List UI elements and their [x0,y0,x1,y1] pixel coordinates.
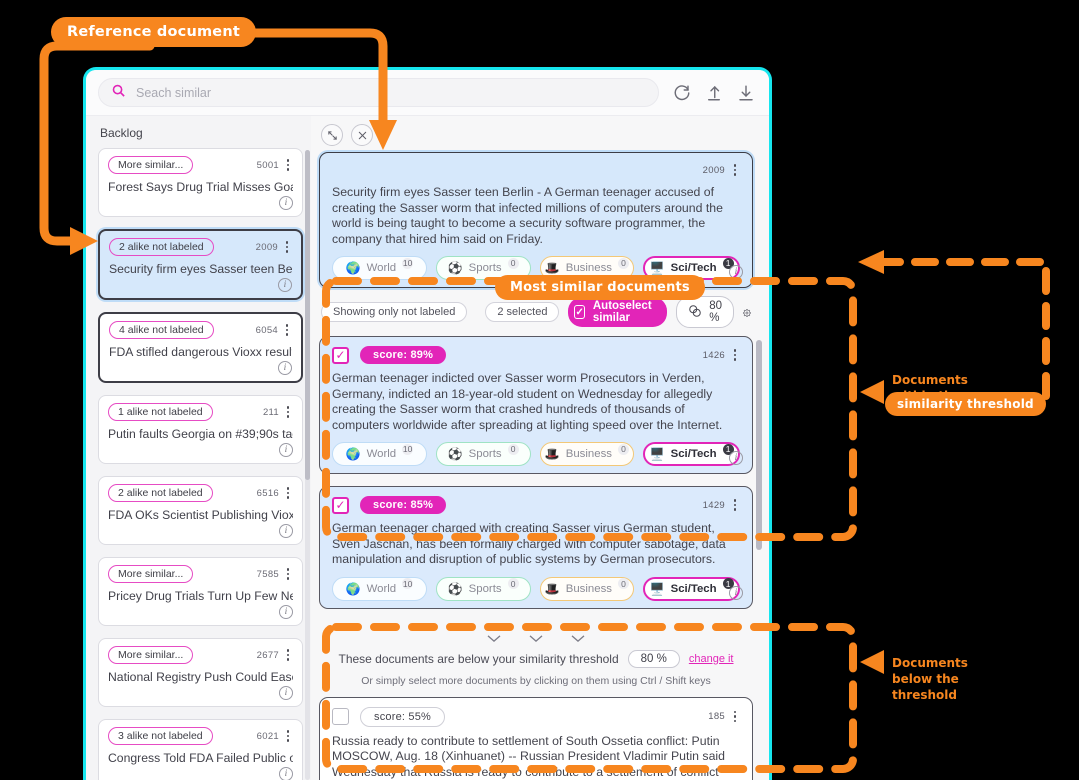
annotation-arrowhead-gear [858,250,884,274]
annotation-dashed-connector-right [876,258,1050,408]
annotation-arrowhead-within [860,380,884,404]
annotation-arrow-top [239,28,388,127]
annotation-dashed-box-within [322,277,857,541]
annotation-arrowhead-top [369,120,397,150]
annotation-arrowhead-below [860,650,884,674]
annotation-arrowhead-left [70,227,98,255]
annotation-overlay [39,28,1050,773]
annotation-dashed-box-below [322,623,857,773]
annotation-arrow-left [39,41,155,246]
screenshot-root: Backlog More similar...5001Forest Says D… [0,0,1079,780]
